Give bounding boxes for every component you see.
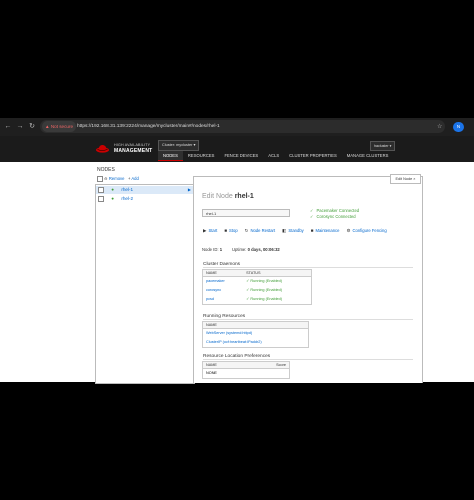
reload-icon[interactable]: ↻ xyxy=(27,122,37,132)
node-row-rhel-1[interactable]: ● rhel-1 ▶ xyxy=(96,186,194,194)
daemon-status: ✓ Running (Enabled) xyxy=(246,279,283,283)
node-id-readout: Node ID: 1 xyxy=(202,247,223,252)
node-list: ● rhel-1 ▶ ● rhel-2 xyxy=(95,184,195,384)
brand-line-2: MANAGEMENT xyxy=(114,148,153,154)
running-resources-title: Running Resources xyxy=(203,314,413,320)
redhat-logo-icon xyxy=(96,144,109,153)
location-preferences-table: NAME Score NONE xyxy=(202,361,290,379)
restart-button[interactable]: ↻ Node Restart xyxy=(245,228,275,234)
corosync-status: ✓ Corosync Connected xyxy=(310,214,356,219)
stop-button[interactable]: ■ Stop xyxy=(224,228,237,234)
tab-cluster-properties[interactable]: CLUSTER PROPERTIES xyxy=(284,151,342,161)
forward-icon[interactable]: → xyxy=(15,122,25,132)
brand-line-1: HIGH AVAILABILITY xyxy=(114,143,151,147)
minus-icon: ⊖ xyxy=(104,176,108,182)
tab-fence-devices[interactable]: FENCE DEVICES xyxy=(219,151,263,161)
node-row-rhel-2[interactable]: ● rhel-2 xyxy=(96,195,194,203)
maintenance-button[interactable]: ■ Maintenance xyxy=(311,228,340,234)
remove-button[interactable]: Remove xyxy=(109,176,125,181)
tab-acls[interactable]: ACLS xyxy=(263,151,284,161)
row-checkbox[interactable] xyxy=(98,195,104,202)
page-title: NODES xyxy=(97,167,115,173)
check-icon: ✓ xyxy=(310,214,314,219)
tab-resources[interactable]: RESOURCES xyxy=(183,151,220,161)
node-name: rhel-2 xyxy=(121,196,134,201)
gear-icon: ⚙ xyxy=(346,228,351,233)
select-all-checkbox[interactable] xyxy=(97,176,103,182)
location-preferences-title: Resource Location Preferences xyxy=(203,354,413,360)
status-running-icon: ● xyxy=(111,196,115,201)
edit-node-tab[interactable]: Edit Node × xyxy=(390,174,421,184)
node-action-bar: ▶ Start ■ Stop ↻ Node Restart ◧ Standby ■ Mai… xyxy=(203,228,387,234)
uptime-readout: Uptime: 0 days, 00:06:32 xyxy=(232,247,280,252)
url-text: https://192.168.31.139:2224/manage/myclu… xyxy=(77,124,220,129)
table-row: corosync ✓ Running (Enabled) xyxy=(203,286,311,295)
daemon-status: ✓ Running (Enabled) xyxy=(246,297,283,301)
node-name-field[interactable]: rhel-1 xyxy=(202,209,290,217)
status-running-icon: ● xyxy=(111,187,115,192)
table-row: WebServer (systemd:httpd) xyxy=(203,329,308,339)
bookmark-star-icon[interactable]: ☆ xyxy=(437,122,442,132)
daemon-name[interactable]: pacemaker xyxy=(203,277,243,287)
running-resources-table: NAME WebServer (systemd:httpd) ClusterIP… xyxy=(202,321,309,348)
cluster-select[interactable]: Cluster: mycluster ▾ xyxy=(158,140,200,151)
daemon-status: ✓ Running (Enabled) xyxy=(246,288,283,292)
table-row: ClusterIP (ocf:heartbeat:IPaddr2) xyxy=(203,338,308,347)
add-button[interactable]: Add xyxy=(131,176,138,181)
restart-icon: ↻ xyxy=(244,228,249,233)
node-list-actions: ⊖ Remove + Add xyxy=(97,176,139,182)
table-row: NONE xyxy=(203,369,289,379)
caret-down-icon: ▾ xyxy=(389,144,392,148)
stop-icon: ■ xyxy=(224,228,228,233)
start-button[interactable]: ▶ Start xyxy=(203,228,217,234)
not-secure-badge[interactable]: ▲ Not secure xyxy=(42,121,77,132)
browser-toolbar: ← → ↻ ▲ Not secure https://192.168.31.13… xyxy=(0,118,474,136)
check-icon: ✓ xyxy=(310,208,314,213)
daemons-table: NAME STATUS pacemaker ✓ Running (Enabled… xyxy=(202,269,312,305)
caret-down-icon: ▾ xyxy=(193,143,196,147)
back-icon[interactable]: ← xyxy=(3,122,13,132)
table-row: pacemaker ✓ Running (Enabled) xyxy=(203,277,311,287)
tab-manage-clusters[interactable]: MANAGE CLUSTERS xyxy=(342,151,394,161)
main-tabs: NODES RESOURCES FENCE DEVICES ACLS CLUST… xyxy=(158,151,393,161)
daemon-name[interactable]: pcsd xyxy=(203,295,243,304)
row-checkbox[interactable] xyxy=(98,186,104,193)
profile-avatar[interactable]: N xyxy=(453,122,464,132)
standby-button[interactable]: ◧ Standby xyxy=(282,228,304,234)
table-row: pcsd ✓ Running (Enabled) xyxy=(203,295,311,304)
configure-fencing-button[interactable]: ⚙ Configure Fencing xyxy=(346,228,386,234)
detail-title: Edit Node rhel-1 xyxy=(202,193,254,200)
standby-icon: ◧ xyxy=(282,228,287,233)
resource-link[interactable]: ClusterIP (ocf:heartbeat:IPaddr2) xyxy=(203,338,308,347)
user-menu[interactable]: hacluster ▾ xyxy=(370,141,396,151)
daemon-name[interactable]: corosync xyxy=(203,286,243,295)
wrench-icon: ■ xyxy=(310,228,314,233)
resource-link[interactable]: WebServer (systemd:httpd) xyxy=(203,329,308,339)
chevron-right-icon: ▶ xyxy=(187,187,191,192)
close-icon: × xyxy=(413,177,416,181)
play-icon: ▶ xyxy=(203,228,207,233)
daemons-section-title: Cluster Daemons xyxy=(203,262,413,268)
connection-status: ✓ Pacemaker Connected ✓ Corosync Connected xyxy=(310,208,359,220)
node-name: rhel-1 xyxy=(121,187,134,192)
page-content: NODES ⊖ Remove + Add ● rhel-1 ▶ ● rhel-2… xyxy=(0,162,474,384)
empty-value: NONE xyxy=(206,371,217,375)
tab-nodes[interactable]: NODES xyxy=(158,151,183,161)
